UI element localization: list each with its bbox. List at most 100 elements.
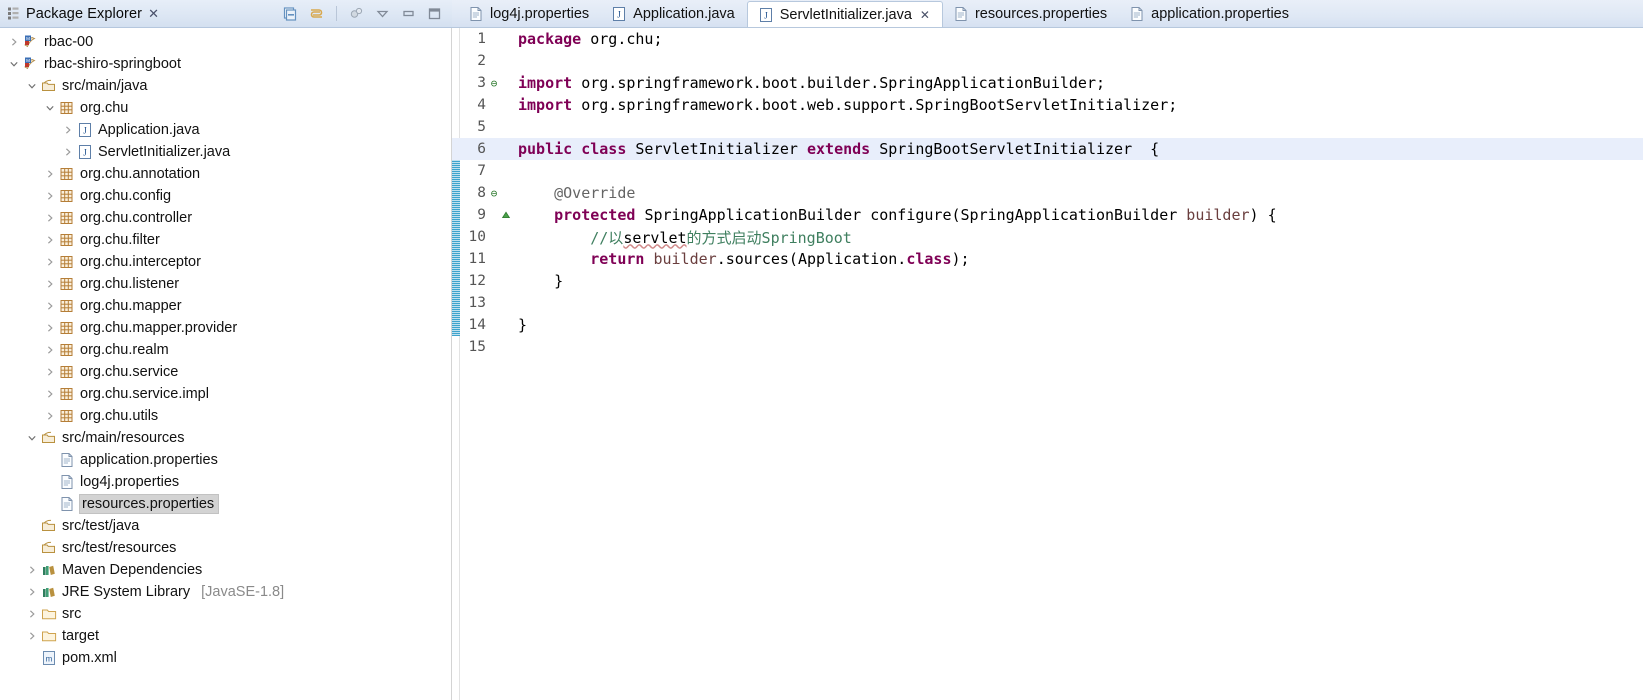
maximize-view-icon[interactable] xyxy=(426,5,443,22)
project-tree[interactable]: Mrbac-00 Mrbac-shiro-springboot src/main/j… xyxy=(0,28,451,669)
code-text: } xyxy=(518,316,528,334)
chevron-right-icon[interactable] xyxy=(60,125,76,135)
chevron-down-icon[interactable] xyxy=(24,81,40,91)
tree-item-label: JRE System Library xyxy=(62,584,191,600)
chevron-right-icon[interactable] xyxy=(42,279,58,289)
line-number: 2 xyxy=(477,53,486,69)
chevron-right-icon[interactable] xyxy=(60,147,76,157)
tree-item[interactable]: src/main/resources xyxy=(0,427,451,449)
tree-item[interactable]: src/main/java xyxy=(0,75,451,97)
tree-item[interactable]: org.chu.filter xyxy=(0,229,451,251)
chevron-down-icon[interactable] xyxy=(24,433,40,443)
code-line[interactable]: 2 xyxy=(452,50,1643,72)
tree-item[interactable]: org.chu.utils xyxy=(0,405,451,427)
package-icon xyxy=(58,254,76,270)
tree-item[interactable]: org.chu.realm xyxy=(0,339,451,361)
code-line[interactable]: 9 protected SpringApplicationBuilder con… xyxy=(452,204,1643,226)
tree-item[interactable]: log4j.properties xyxy=(0,471,451,493)
chevron-right-icon[interactable] xyxy=(24,609,40,619)
code-line[interactable]: 12 } xyxy=(452,270,1643,292)
minimize-view-icon[interactable] xyxy=(400,5,417,22)
chevron-right-icon[interactable] xyxy=(24,565,40,575)
code-line[interactable]: 11 return builder.sources(Application.cl… xyxy=(452,248,1643,270)
editor-tab[interactable]: log4j.properties xyxy=(458,0,601,27)
chevron-right-icon[interactable] xyxy=(24,631,40,641)
chevron-right-icon[interactable] xyxy=(42,191,58,201)
code-text: package org.chu; xyxy=(518,30,663,48)
package-explorer-titlebar[interactable]: Package Explorer ✕ xyxy=(0,0,452,28)
chevron-right-icon[interactable] xyxy=(42,389,58,399)
chevron-right-icon[interactable] xyxy=(42,411,58,421)
code-line[interactable]: 15 xyxy=(452,336,1643,358)
code-line[interactable]: 1 package org.chu; xyxy=(452,28,1643,50)
chevron-right-icon[interactable] xyxy=(24,587,40,597)
tree-item[interactable]: m pom.xml xyxy=(0,647,451,669)
editor-tab[interactable]: resources.properties xyxy=(943,0,1119,27)
chevron-right-icon[interactable] xyxy=(42,323,58,333)
code-line[interactable]: 13 xyxy=(452,292,1643,314)
editor-tab[interactable]: J ServletInitializer.java ✕ xyxy=(746,1,943,27)
chevron-down-icon[interactable] xyxy=(42,103,58,113)
chevron-right-icon[interactable] xyxy=(42,345,58,355)
code-line[interactable]: 6 public class ServletInitializer extends… xyxy=(452,138,1643,160)
chevron-right-icon[interactable] xyxy=(6,37,22,47)
close-icon[interactable]: ✕ xyxy=(148,6,159,22)
fold-toggle-icon[interactable]: ⊖ xyxy=(488,78,500,89)
package-explorer-view: Package Explorer ✕ M rbac-00 M rbac-shir… xyxy=(0,0,452,700)
chevron-right-icon[interactable] xyxy=(42,367,58,377)
tree-item[interactable]: org.chu.mapper xyxy=(0,295,451,317)
editor-tabbar[interactable]: log4j.properties J Application.java J Servle… xyxy=(452,0,1643,28)
tree-item[interactable]: Maven Dependencies xyxy=(0,559,451,581)
code-line[interactable]: 8 ⊖ @Override xyxy=(452,182,1643,204)
package-icon xyxy=(58,100,76,116)
tree-item[interactable]: org.chu.service.impl xyxy=(0,383,451,405)
code-line[interactable]: 7 xyxy=(452,160,1643,182)
tree-item[interactable]: Mrbac-00 xyxy=(0,31,451,53)
chevron-right-icon[interactable] xyxy=(42,169,58,179)
editor-tab[interactable]: J Application.java xyxy=(601,0,747,27)
editor-tab[interactable]: application.properties xyxy=(1119,0,1301,27)
tree-item[interactable]: org.chu.mapper.provider xyxy=(0,317,451,339)
svg-text:J: J xyxy=(83,125,87,135)
focus-on-active-task-icon[interactable] xyxy=(348,5,365,22)
chevron-right-icon[interactable] xyxy=(42,301,58,311)
tree-item[interactable]: org.chu xyxy=(0,97,451,119)
tree-item[interactable]: resources.properties xyxy=(0,493,451,515)
tree-item[interactable]: org.chu.config xyxy=(0,185,451,207)
chevron-down-icon[interactable] xyxy=(6,59,22,69)
tree-item[interactable]: J ServletInitializer.java xyxy=(0,141,451,163)
tree-item[interactable]: org.chu.annotation xyxy=(0,163,451,185)
tree-item[interactable]: src/test/resources xyxy=(0,537,451,559)
tree-item[interactable]: JRE System Library [JavaSE-1.8] xyxy=(0,581,451,603)
link-with-editor-icon[interactable] xyxy=(282,5,299,22)
tree-item[interactable]: org.chu.controller xyxy=(0,207,451,229)
view-menu-icon[interactable] xyxy=(374,5,391,22)
code-line[interactable]: 14} xyxy=(452,314,1643,336)
tree-item[interactable]: src xyxy=(0,603,451,625)
code-line[interactable]: 4 import org.springframework.boot.web.sup… xyxy=(452,94,1643,116)
tree-item[interactable]: J Application.java xyxy=(0,119,451,141)
code-lines[interactable]: 1 package org.chu; 2 3 ⊖ import org.springfra… xyxy=(452,28,1643,358)
tree-item-label: org.chu.annotation xyxy=(80,166,201,182)
chevron-right-icon[interactable] xyxy=(42,257,58,267)
package-explorer-tree-container[interactable]: Mrbac-00 Mrbac-shiro-springboot src/main/j… xyxy=(0,28,452,700)
fold-toggle-icon[interactable]: ⊖ xyxy=(488,188,500,199)
close-icon[interactable]: ✕ xyxy=(920,8,930,22)
tree-item[interactable]: Mrbac-shiro-springboot xyxy=(0,53,451,75)
tree-item-label: src/main/resources xyxy=(62,430,185,446)
tree-item[interactable]: org.chu.service xyxy=(0,361,451,383)
tree-item[interactable]: org.chu.listener xyxy=(0,273,451,295)
tree-item[interactable]: src/test/java xyxy=(0,515,451,537)
line-number: 9 xyxy=(477,207,486,223)
java-source-editor[interactable]: 1 package org.chu; 2 3 ⊖ import org.springfra… xyxy=(452,28,1643,700)
collapse-all-icon[interactable] xyxy=(308,5,325,22)
code-line[interactable]: 10 //以servlet的方式启动SpringBoot xyxy=(452,226,1643,248)
chevron-right-icon[interactable] xyxy=(42,235,58,245)
chevron-right-icon[interactable] xyxy=(42,213,58,223)
tree-item-label: src/test/java xyxy=(62,518,140,534)
tree-item[interactable]: org.chu.interceptor xyxy=(0,251,451,273)
tree-item[interactable]: application.properties xyxy=(0,449,451,471)
code-line[interactable]: 5 xyxy=(452,116,1643,138)
code-line[interactable]: 3 ⊖ import org.springframework.boot.builde… xyxy=(452,72,1643,94)
tree-item[interactable]: target xyxy=(0,625,451,647)
